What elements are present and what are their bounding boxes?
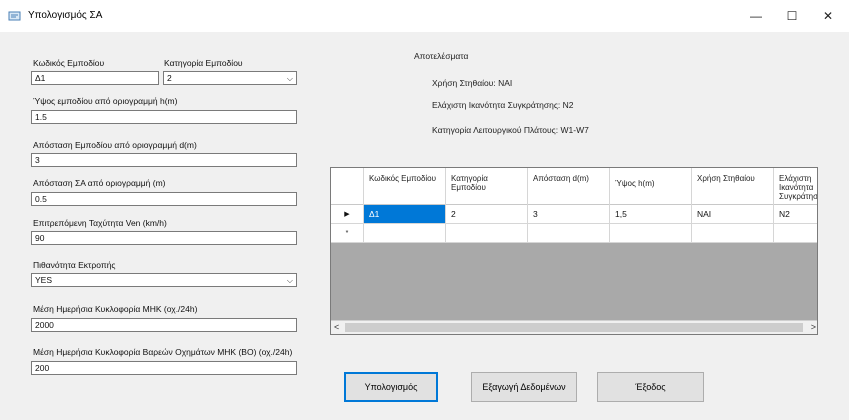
results-heading: Αποτελέσματα — [414, 51, 469, 61]
grid-cell-empty[interactable] — [446, 224, 528, 242]
speed-label: Επιτρεπόμενη Ταχύτητα Ven (km/h) — [33, 218, 167, 228]
category-label: Κατηγορία Εμποδίου — [164, 58, 243, 68]
new-row-icon: * — [331, 224, 364, 242]
grid-cell-barrier-use[interactable]: ΝΑΙ — [692, 205, 774, 223]
grid-cell-empty[interactable] — [364, 224, 446, 242]
traffic-label: Μέση Ημερήσια Κυκλοφορία ΜΗΚ (οχ./24h) — [33, 304, 198, 314]
height-input[interactable]: 1.5 — [31, 110, 297, 124]
height-label: Ύψος εμποδίου από οριογραμμή h(m) — [33, 96, 178, 106]
scrollbar-thumb[interactable] — [345, 323, 803, 332]
exit-probability-value: YES — [35, 275, 53, 285]
grid-corner — [331, 168, 364, 205]
close-button[interactable]: ✕ — [810, 0, 846, 32]
category-select[interactable]: 2 ⌵ — [163, 71, 297, 85]
grid-cell-empty[interactable] — [610, 224, 692, 242]
calculate-button[interactable]: Υπολογισμός — [344, 372, 438, 402]
exit-probability-select[interactable]: YES ⌵ — [31, 273, 297, 287]
current-row-icon: ▶ — [331, 205, 364, 223]
export-button[interactable]: Εξαγωγή Δεδομένων — [471, 372, 577, 402]
grid-header: Κωδικός Εμποδίου Κατηγορία Εμποδίου Απόσ… — [331, 168, 817, 205]
result-working-width: Κατηγορία Λειτουργικού Πλάτους: W1-W7 — [432, 125, 589, 135]
grid-col-containment[interactable]: Ελάχιστη Ικανότητα Συγκράτησης — [774, 168, 817, 205]
scroll-left-icon[interactable]: < — [334, 322, 339, 332]
window-title: Υπολογισμός ΣΑ — [28, 10, 103, 21]
app-icon — [8, 11, 21, 21]
heavy-traffic-input[interactable]: 200 — [31, 361, 297, 375]
grid-col-height[interactable]: Ύψος h(m) — [610, 168, 692, 205]
title-bar: Υπολογισμός ΣΑ — ☐ ✕ — [0, 0, 849, 32]
horizontal-scrollbar[interactable]: < > — [331, 320, 817, 334]
table-row-new[interactable]: * — [331, 224, 817, 243]
grid-col-distance[interactable]: Απόσταση d(m) — [528, 168, 610, 205]
grid-cell-empty[interactable] — [692, 224, 774, 242]
distance-input[interactable]: 3 — [31, 153, 297, 167]
exit-button[interactable]: Έξοδος — [597, 372, 704, 402]
grid-col-barrier-use[interactable]: Χρήση Στηθαίου — [692, 168, 774, 205]
speed-input[interactable]: 90 — [31, 231, 297, 245]
grid-cell-category[interactable]: 2 — [446, 205, 528, 223]
grid-cell-containment[interactable]: N2 — [774, 205, 817, 223]
results-grid[interactable]: Κωδικός Εμποδίου Κατηγορία Εμποδίου Απόσ… — [330, 167, 818, 335]
exit-probability-label: Πιθανότητα Εκτροπής — [33, 260, 116, 270]
chevron-down-icon: ⌵ — [286, 74, 293, 83]
minimize-button[interactable]: — — [738, 0, 774, 32]
result-barrier-use: Χρήση Στηθαίου: ΝΑΙ — [432, 78, 513, 88]
traffic-input[interactable]: 2000 — [31, 318, 297, 332]
grid-cell-height[interactable]: 1,5 — [610, 205, 692, 223]
close-icon: ✕ — [822, 9, 834, 23]
scroll-right-icon[interactable]: > — [811, 322, 816, 332]
grid-col-category[interactable]: Κατηγορία Εμποδίου — [446, 168, 528, 205]
table-row[interactable]: ▶ Δ1 2 3 1,5 ΝΑΙ N2 — [331, 205, 817, 224]
code-input[interactable]: Δ1 — [31, 71, 159, 85]
distance-label: Απόσταση Εμποδίου από οριογραμμή d(m) — [33, 140, 197, 150]
sa-distance-label: Απόσταση ΣΑ από οριογραμμή (m) — [33, 178, 166, 188]
chevron-down-icon: ⌵ — [286, 276, 293, 285]
grid-cell-empty[interactable] — [528, 224, 610, 242]
result-containment-level: Ελάχιστη Ικανότητα Συγκράτησης: Ν2 — [432, 100, 574, 110]
heavy-traffic-label: Μέση Ημερήσια Κυκλοφορία Βαρεών Οχημάτων… — [33, 347, 293, 357]
grid-cell-distance[interactable]: 3 — [528, 205, 610, 223]
category-value: 2 — [167, 73, 172, 83]
sa-distance-input[interactable]: 0.5 — [31, 192, 297, 206]
maximize-icon: ☐ — [786, 9, 798, 23]
maximize-button[interactable]: ☐ — [774, 0, 810, 32]
grid-cell-empty[interactable] — [774, 224, 817, 242]
grid-col-code[interactable]: Κωδικός Εμποδίου — [364, 168, 446, 205]
grid-cell-code[interactable]: Δ1 — [364, 205, 446, 223]
minimize-icon: — — [750, 9, 762, 23]
code-label: Κωδικός Εμποδίου — [33, 58, 105, 68]
